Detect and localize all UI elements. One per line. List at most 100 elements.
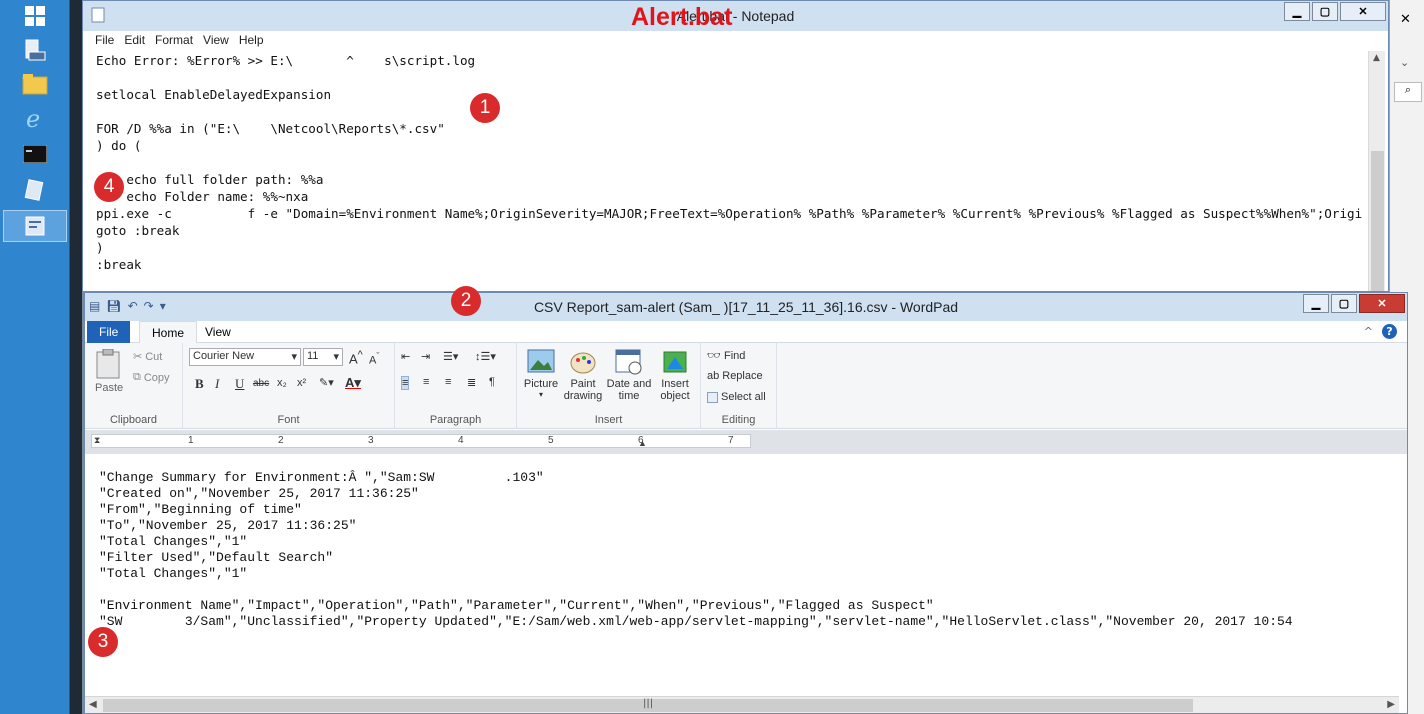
- server-manager-button[interactable]: [3, 34, 67, 66]
- ruler[interactable]: 1 2 3 4 5 6 7 ⧗ ▲: [85, 430, 1407, 454]
- highlight-button[interactable]: ✎▾: [319, 376, 334, 389]
- file-explorer-button[interactable]: [3, 68, 67, 100]
- grow-font-button[interactable]: A^: [349, 349, 363, 366]
- minimize-button[interactable]: ▁: [1284, 2, 1310, 21]
- notepad-vertical-scrollbar[interactable]: ▲: [1368, 51, 1385, 291]
- increase-indent-button[interactable]: ⇥: [421, 350, 430, 363]
- align-left-button[interactable]: ≡: [401, 376, 410, 390]
- internet-explorer-button[interactable]: e: [3, 102, 67, 134]
- right-indent-marker-icon[interactable]: ▲: [638, 438, 647, 448]
- font-color-button[interactable]: A▾: [345, 375, 361, 391]
- cut-button[interactable]: ✂ Cut: [133, 350, 162, 364]
- underline-icon: U: [235, 376, 245, 391]
- notepad-title-bar[interactable]: Alert.bat - Notepad Alert.bat ▁ ▢ ✕: [83, 1, 1388, 31]
- paste-label: Paste: [95, 382, 124, 394]
- paste-button[interactable]: Paste: [95, 348, 125, 399]
- menu-view[interactable]: View: [203, 31, 229, 49]
- font-family-select[interactable]: Courier New ▾: [189, 348, 301, 366]
- date-time-button[interactable]: Date and time: [605, 349, 653, 402]
- chevron-down-icon: ▾: [538, 390, 543, 399]
- picture-button[interactable]: Picture ▾: [523, 349, 559, 399]
- align-center-button[interactable]: ≡: [423, 376, 429, 388]
- collapse-ribbon-icon[interactable]: ^: [1364, 325, 1373, 338]
- replace-label: Replace: [722, 370, 763, 382]
- code-line: FOR /D %%a in ("E:\ \Netcool\Reports\*.c…: [96, 121, 445, 136]
- paint-palette-icon: [570, 352, 596, 374]
- menu-file[interactable]: File: [95, 31, 114, 49]
- close-button[interactable]: ✕: [1340, 2, 1386, 21]
- indent-marker-icon[interactable]: ⧗: [94, 435, 100, 446]
- paint-drawing-button[interactable]: Paint drawing: [561, 349, 605, 402]
- close-icon[interactable]: ✕: [1400, 12, 1411, 27]
- document-line: ​: [99, 582, 1405, 598]
- document-line: "From","Beginning of time": [99, 502, 302, 517]
- underline-button[interactable]: U: [235, 376, 244, 392]
- code-line: ​: [96, 154, 1368, 171]
- scroll-left-icon[interactable]: ◀: [89, 699, 97, 710]
- tab-view[interactable]: View: [193, 321, 243, 343]
- horizontal-scrollbar[interactable]: ◀ ||| ▶: [85, 696, 1399, 713]
- tab-file[interactable]: File: [87, 321, 131, 343]
- document-line: "Total Changes","1": [99, 534, 248, 549]
- document-line: "Total Changes","1": [99, 566, 248, 581]
- decrease-indent-button[interactable]: ⇤: [401, 350, 410, 363]
- scissors-icon: ✂: [133, 351, 143, 363]
- search-icon[interactable]: ⌕: [1394, 82, 1422, 102]
- minimize-icon: ▁: [1311, 298, 1321, 310]
- tab-home[interactable]: Home: [139, 321, 198, 343]
- menu-help[interactable]: Help: [239, 31, 264, 49]
- ruler-number: 2: [278, 435, 284, 446]
- start-button[interactable]: [3, 0, 67, 32]
- superscript-icon: x²: [297, 377, 307, 389]
- font-size-select[interactable]: 11 ▾: [303, 348, 343, 366]
- document-area[interactable]: "Change Summary for Environment:Â ","Sam…: [85, 454, 1407, 696]
- wordpad-taskbar-button[interactable]: [3, 210, 67, 242]
- select-all-button[interactable]: Select all: [707, 391, 766, 403]
- superscript-button[interactable]: x²: [297, 377, 306, 389]
- find-label: Find: [723, 349, 746, 362]
- scroll-right-icon[interactable]: ▶: [1387, 699, 1395, 710]
- align-left-icon: ≡: [402, 377, 409, 389]
- italic-button[interactable]: I: [215, 376, 219, 392]
- chevron-down-icon[interactable]: ⌄: [1400, 56, 1409, 69]
- line-spacing-button[interactable]: ↕☰▾: [475, 350, 496, 363]
- subscript-icon: x₂: [277, 377, 287, 389]
- grow-font-icon: A^: [349, 349, 363, 367]
- wordpad-minimize-button[interactable]: ▁: [1303, 294, 1329, 313]
- bullets-button[interactable]: ☰▾: [443, 350, 458, 363]
- notepad-text-area[interactable]: Echo Error: %Error% >> E:\ ^ s\script.lo…: [96, 52, 1368, 288]
- chevron-down-icon: ▾: [291, 351, 297, 363]
- notepad-taskbar-button[interactable]: [3, 174, 67, 206]
- scrollbar-thumb[interactable]: [1371, 151, 1384, 291]
- wordpad-close-button[interactable]: ✕: [1359, 294, 1405, 313]
- insert-group: Picture ▾ Paint drawing Date and time In…: [517, 343, 701, 429]
- menu-edit[interactable]: Edit: [124, 31, 145, 49]
- strikethrough-button[interactable]: abc: [253, 378, 269, 389]
- paragraph-button[interactable]: ¶: [489, 376, 495, 388]
- callout-marker: 3: [88, 627, 118, 657]
- maximize-button[interactable]: ▢: [1312, 2, 1338, 21]
- help-icon[interactable]: ?: [1382, 324, 1397, 339]
- window-edge: [70, 0, 82, 714]
- wordpad-title-bar[interactable]: ▤ 💾︎ ↶ ↷ ▾ CSV Report_sam-alert (Sam_ )[…: [85, 293, 1407, 321]
- menu-format[interactable]: Format: [155, 31, 193, 49]
- replace-button[interactable]: ab Replace: [707, 370, 763, 382]
- bold-button[interactable]: B: [195, 376, 204, 392]
- subscript-button[interactable]: x₂: [277, 377, 287, 389]
- code-line: goto :break: [96, 223, 180, 238]
- paragraph-icon: ¶: [489, 376, 495, 388]
- justify-button[interactable]: ≣: [467, 376, 476, 389]
- strikethrough-icon: abc: [253, 378, 270, 389]
- copy-button[interactable]: ⧉ Copy: [133, 371, 170, 384]
- paste-icon: [96, 348, 120, 379]
- notepad-menu-bar: File Edit Format View Help: [83, 31, 1388, 49]
- insert-object-button[interactable]: Insert object: [655, 349, 695, 402]
- command-prompt-button[interactable]: [3, 138, 67, 170]
- align-right-button[interactable]: ≡: [445, 376, 451, 388]
- scroll-up-icon[interactable]: ▲: [1373, 53, 1380, 63]
- wordpad-maximize-button[interactable]: ▢: [1331, 294, 1357, 313]
- find-button[interactable]: 👓︎ Find: [707, 349, 746, 363]
- shrink-font-button[interactable]: Aˇ: [369, 351, 379, 367]
- document-text[interactable]: "Change Summary for Environment:Â ","Sam…: [99, 470, 1405, 630]
- folder-icon: [22, 74, 48, 95]
